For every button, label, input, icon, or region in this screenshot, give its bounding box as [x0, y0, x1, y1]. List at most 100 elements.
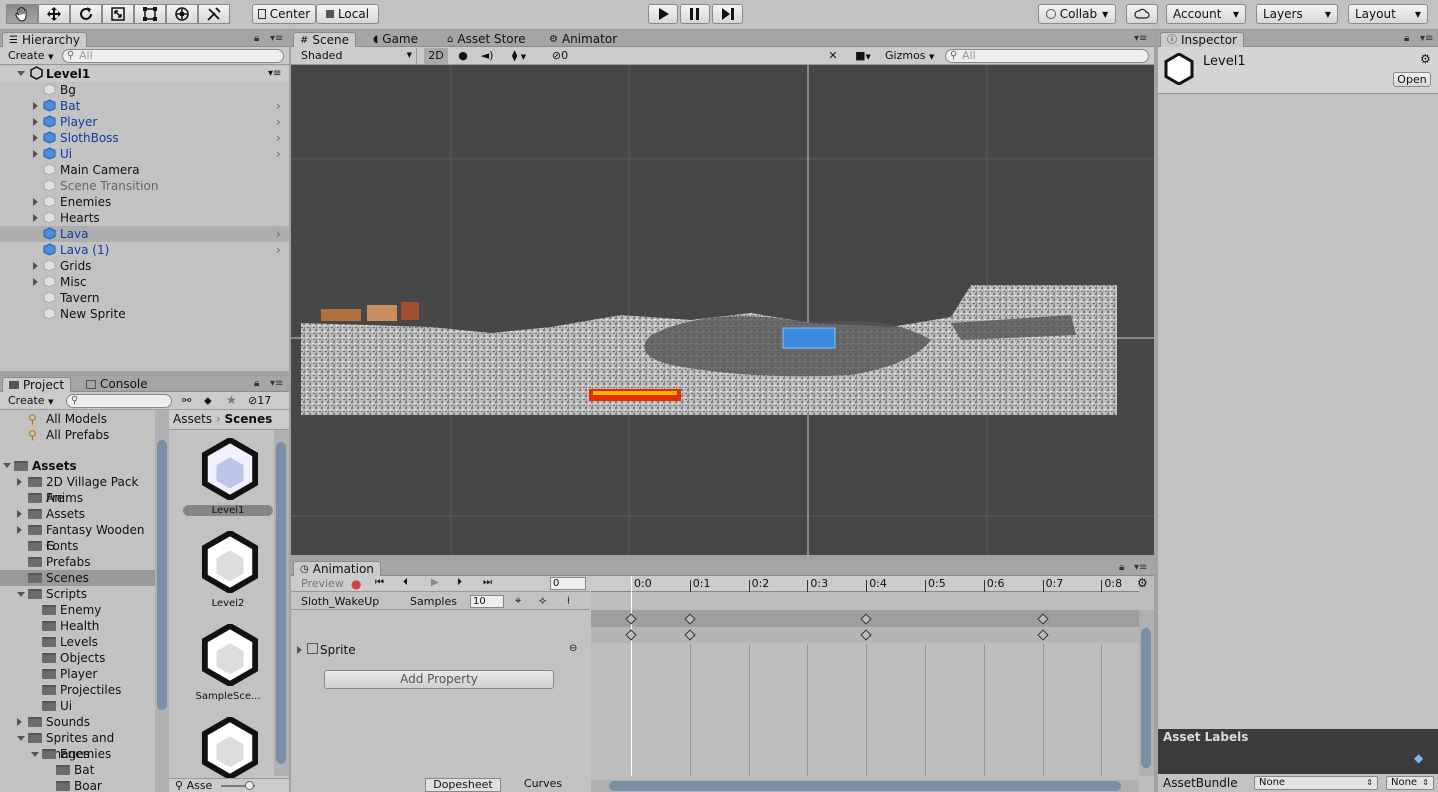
clip-dropdown[interactable]: Sloth_WakeUp: [297, 594, 397, 610]
tab-animation[interactable]: ◷ Animation: [293, 561, 381, 576]
keyframe-diamond[interactable]: [1036, 613, 1049, 625]
tab-game[interactable]: ◖ Game: [367, 32, 424, 47]
keyframe-diamond[interactable]: [1036, 629, 1049, 641]
property-row-sprite[interactable]: Sprite ⊖: [291, 642, 590, 659]
step-button[interactable]: [712, 4, 743, 24]
hand-tool-button[interactable]: [6, 4, 38, 24]
account-dropdown[interactable]: Account ▼: [1166, 4, 1246, 24]
chevron-right-icon[interactable]: ›: [276, 98, 281, 114]
project-folder-item[interactable]: Sounds: [0, 714, 155, 730]
project-create-dropdown[interactable]: Create ▼: [4, 393, 56, 409]
project-folder-item[interactable]: Fantasy Wooden G: [0, 522, 155, 553]
effects-dropdown[interactable]: ⧫ ▼: [503, 48, 535, 64]
project-folder-item[interactable]: 2D Village Pack Fre: [0, 474, 155, 505]
scene-viewport[interactable]: [291, 65, 1154, 555]
tools-button[interactable]: ✕: [823, 48, 843, 64]
hierarchy-item[interactable]: Scene Transition: [0, 178, 289, 194]
hierarchy-item[interactable]: Lava (1) ›: [0, 242, 289, 258]
scene-menu-icon[interactable]: ▾≡: [268, 66, 281, 82]
project-folder-item[interactable]: Scripts: [0, 586, 155, 602]
collab-dropdown[interactable]: Collab ▼: [1038, 4, 1116, 24]
expand-arrow-icon[interactable]: [17, 510, 22, 518]
tab-scene[interactable]: # Scene: [293, 32, 356, 47]
expand-arrow-icon[interactable]: [33, 118, 38, 126]
prev-keyframe-button[interactable]: ⏴: [403, 577, 408, 588]
scale-tool-button[interactable]: [102, 4, 134, 24]
cloud-button[interactable]: [1126, 4, 1158, 24]
keyframe-diamond[interactable]: [625, 629, 637, 641]
panel-menu-icon[interactable]: ▾≡: [270, 33, 283, 44]
layout-dropdown[interactable]: Layout ▼: [1348, 4, 1428, 24]
keyframe-diamond[interactable]: [860, 629, 872, 641]
project-folder-item[interactable]: Prefabs: [0, 554, 155, 570]
timeline-hscroll-thumb[interactable]: [609, 781, 1121, 791]
play-anim-button[interactable]: ▶: [431, 577, 439, 588]
project-folder-item[interactable]: Fonts: [0, 538, 155, 554]
timeline-hscroll[interactable]: [591, 780, 1139, 792]
hierarchy-item[interactable]: SlothBoss ›: [0, 130, 289, 146]
tab-console[interactable]: Console: [80, 377, 154, 392]
project-folder-item[interactable]: Assets: [0, 506, 155, 522]
pivot-local-button[interactable]: Local: [316, 4, 379, 24]
project-folder-item[interactable]: Objects: [0, 650, 155, 666]
fav-all-models[interactable]: ⚲ All Models: [0, 411, 155, 427]
expand-arrow-icon[interactable]: [17, 526, 22, 534]
expand-arrow-icon[interactable]: [17, 478, 22, 486]
add-event-marker-icon[interactable]: ⍿: [567, 594, 570, 608]
frame-input[interactable]: 0: [550, 577, 586, 590]
breadcrumb-assets[interactable]: Assets: [173, 412, 212, 426]
add-keyframe-icon[interactable]: ⌖: [515, 594, 521, 608]
hidden-objects-toggle[interactable]: ⊘0: [545, 48, 575, 64]
expand-arrow-icon[interactable]: [33, 150, 38, 158]
expand-arrow-icon[interactable]: [33, 262, 38, 270]
expand-arrow-icon[interactable]: [33, 278, 38, 286]
hierarchy-item[interactable]: Bg: [0, 82, 289, 98]
project-folder-item[interactable]: Bat: [0, 762, 155, 778]
record-button[interactable]: ●: [351, 577, 361, 591]
add-property-button[interactable]: Add Property: [324, 670, 554, 689]
asset-scene-4[interactable]: [183, 717, 273, 778]
settings-gear-icon[interactable]: ⚙: [1420, 52, 1431, 66]
rect-tool-button[interactable]: [134, 4, 166, 24]
hierarchy-item[interactable]: Grids: [0, 258, 289, 274]
add-event-icon[interactable]: ⟡: [539, 594, 546, 608]
label-tag-icon[interactable]: ◆: [1414, 751, 1423, 765]
grid-scrollbar-thumb[interactable]: [276, 442, 286, 764]
expand-arrow-icon[interactable]: [33, 214, 38, 222]
move-tool-button[interactable]: [38, 4, 70, 24]
assetbundle-dropdown[interactable]: None ⇕: [1254, 776, 1378, 790]
zoom-slider-thumb[interactable]: [245, 781, 254, 790]
project-folder-item[interactable]: Enemies: [0, 746, 155, 762]
first-keyframe-button[interactable]: ⏮: [375, 577, 384, 588]
lock-icon[interactable]: 🔒︎: [254, 378, 259, 389]
project-folder-item[interactable]: Boar: [0, 778, 155, 792]
expand-arrow-icon[interactable]: [17, 718, 22, 726]
camera-dropdown[interactable]: ■▼: [849, 48, 877, 64]
custom-tool-button[interactable]: [198, 4, 230, 24]
project-folder-item[interactable]: Anims: [0, 490, 155, 506]
shading-mode-dropdown[interactable]: Shaded ▼: [297, 48, 417, 64]
transform-tool-button[interactable]: [166, 4, 198, 24]
assets-root[interactable]: Assets: [0, 458, 155, 474]
play-button[interactable]: [648, 4, 678, 24]
panel-menu-icon[interactable]: ▾≡: [1420, 33, 1433, 44]
tab-animator[interactable]: ⚙ Animator: [543, 32, 623, 47]
pivot-center-button[interactable]: Center: [252, 4, 316, 24]
gizmos-dropdown[interactable]: Gizmos ▼: [881, 48, 937, 64]
tag-icon[interactable]: ⬥: [204, 394, 212, 408]
project-folder-item[interactable]: Projectiles: [0, 682, 155, 698]
samples-input[interactable]: 10: [470, 595, 504, 608]
hierarchy-search-input[interactable]: All ⚲: [62, 49, 284, 63]
playhead[interactable]: [631, 576, 632, 776]
lighting-toggle[interactable]: ●: [451, 48, 475, 64]
hidden-count[interactable]: ⊘17: [248, 394, 271, 407]
chevron-right-icon[interactable]: ›: [276, 130, 281, 146]
grid-scrollbar[interactable]: [274, 430, 289, 776]
tab-asset-store[interactable]: ⌂ Asset Store: [441, 32, 532, 47]
tree-scrollbar[interactable]: [155, 410, 169, 792]
chevron-right-icon[interactable]: ›: [276, 226, 281, 242]
hierarchy-item[interactable]: Lava ›: [0, 226, 289, 242]
panel-menu-icon[interactable]: ▾≡: [270, 378, 283, 389]
toggle-2d-button[interactable]: 2D: [424, 48, 448, 64]
tab-dopesheet[interactable]: Dopesheet: [425, 778, 501, 792]
